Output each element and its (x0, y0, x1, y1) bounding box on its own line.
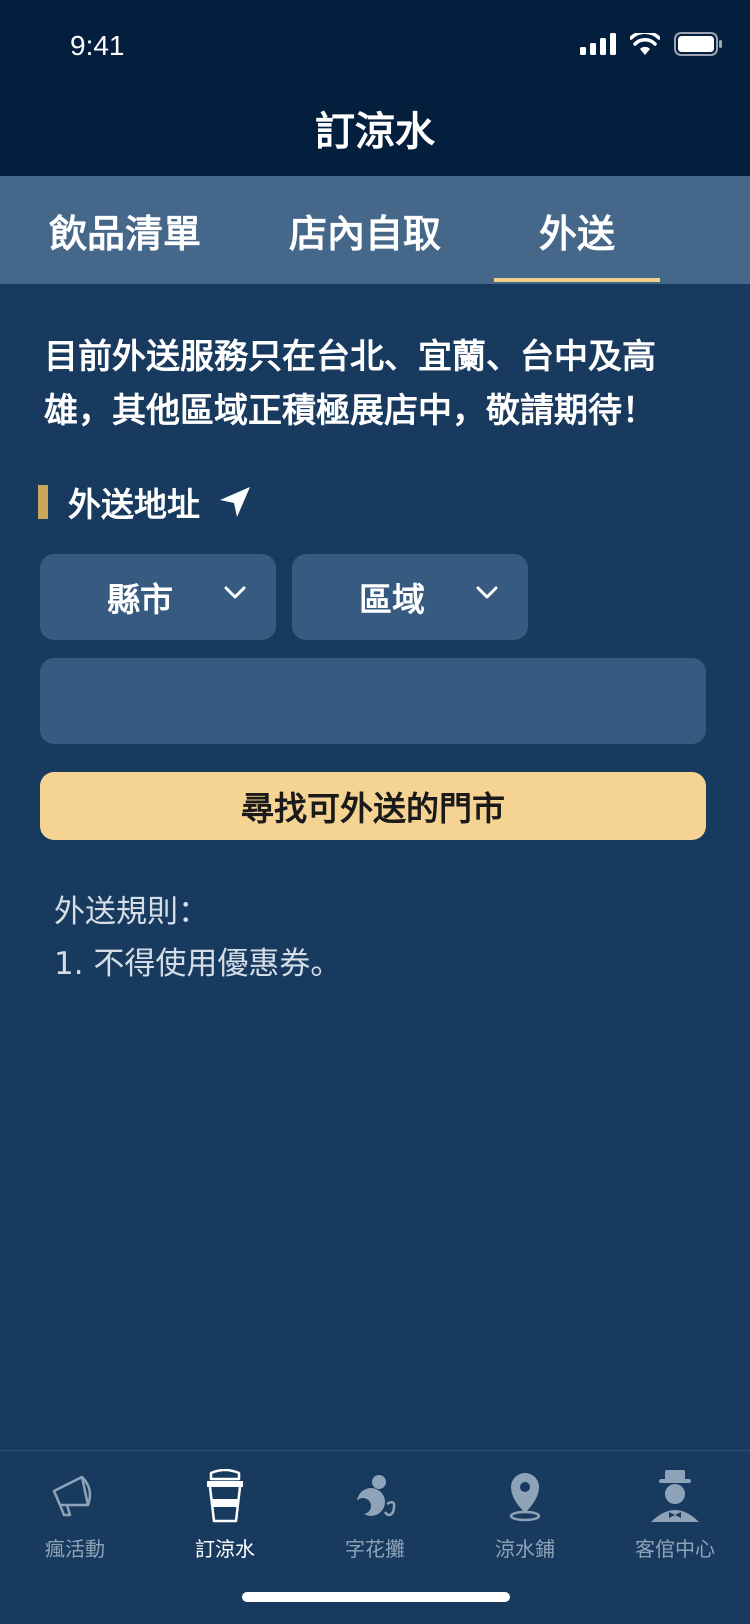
map-pin-icon (509, 1473, 541, 1522)
tabbar-item-member[interactable]: 客倌中心 (600, 1463, 750, 1573)
chevron-down-icon (224, 586, 246, 599)
order-tabs: 飲品清單 店內自取 外送 (0, 176, 750, 284)
drink-cup-icon (207, 1469, 243, 1523)
tab-delivery[interactable]: 外送 (494, 176, 660, 284)
megaphone-icon (52, 1475, 92, 1517)
tabbar-item-events[interactable]: 瘋活動 (0, 1463, 150, 1573)
district-select[interactable]: 區域 (292, 554, 528, 640)
delivery-rules: 外送規則： 1. 不得使用優惠券。 (54, 886, 341, 990)
signal-icon (580, 33, 616, 55)
tab-drink-menu[interactable]: 飲品清單 (30, 176, 220, 284)
tabbar-label: 訂涼水 (195, 1537, 255, 1561)
chevron-down-icon (476, 586, 498, 599)
address-section-header: 外送地址 (38, 480, 252, 524)
city-select[interactable]: 縣市 (40, 554, 276, 640)
battery-icon (674, 32, 722, 56)
status-time: 9:41 (70, 30, 125, 61)
wifi-icon (630, 33, 660, 55)
tabbar-label: 瘋活動 (45, 1537, 105, 1561)
home-indicator (242, 1592, 510, 1602)
city-select-label: 縣市 (107, 580, 173, 619)
find-store-button[interactable]: 尋找可外送的門市 (40, 772, 706, 840)
nav-bar: 訂涼水 (0, 90, 750, 176)
section-marker (38, 485, 48, 519)
rules-item: 1. 不得使用優惠券。 (54, 946, 342, 982)
tabbar-item-stores[interactable]: 涼水鋪 (450, 1463, 600, 1573)
tabbar-label: 涼水鋪 (495, 1537, 555, 1561)
tabbar-item-fortune[interactable]: 字花攤 (300, 1463, 450, 1573)
user-hat-icon (651, 1470, 699, 1522)
address-input[interactable] (40, 658, 706, 744)
delivery-notice: 目前外送服務只在台北、宜蘭、台中及高雄，其他區域正積極展店中，敬請期待！ (44, 337, 656, 431)
rules-title: 外送規則： (54, 894, 209, 930)
tabbar-label: 字花攤 (345, 1537, 405, 1561)
location-arrow-icon[interactable] (218, 485, 252, 519)
address-section-title: 外送地址 (68, 485, 200, 524)
status-icons (580, 32, 722, 56)
tabbar-label: 客倌中心 (635, 1537, 715, 1561)
tabbar-item-order[interactable]: 訂涼水 (150, 1463, 300, 1573)
district-select-label: 區域 (359, 580, 425, 619)
tab-store-pickup[interactable]: 店內自取 (270, 176, 460, 284)
gourd-icon (355, 1475, 396, 1517)
page-title: 訂涼水 (315, 109, 435, 155)
status-bar: 9:41 (0, 0, 750, 90)
